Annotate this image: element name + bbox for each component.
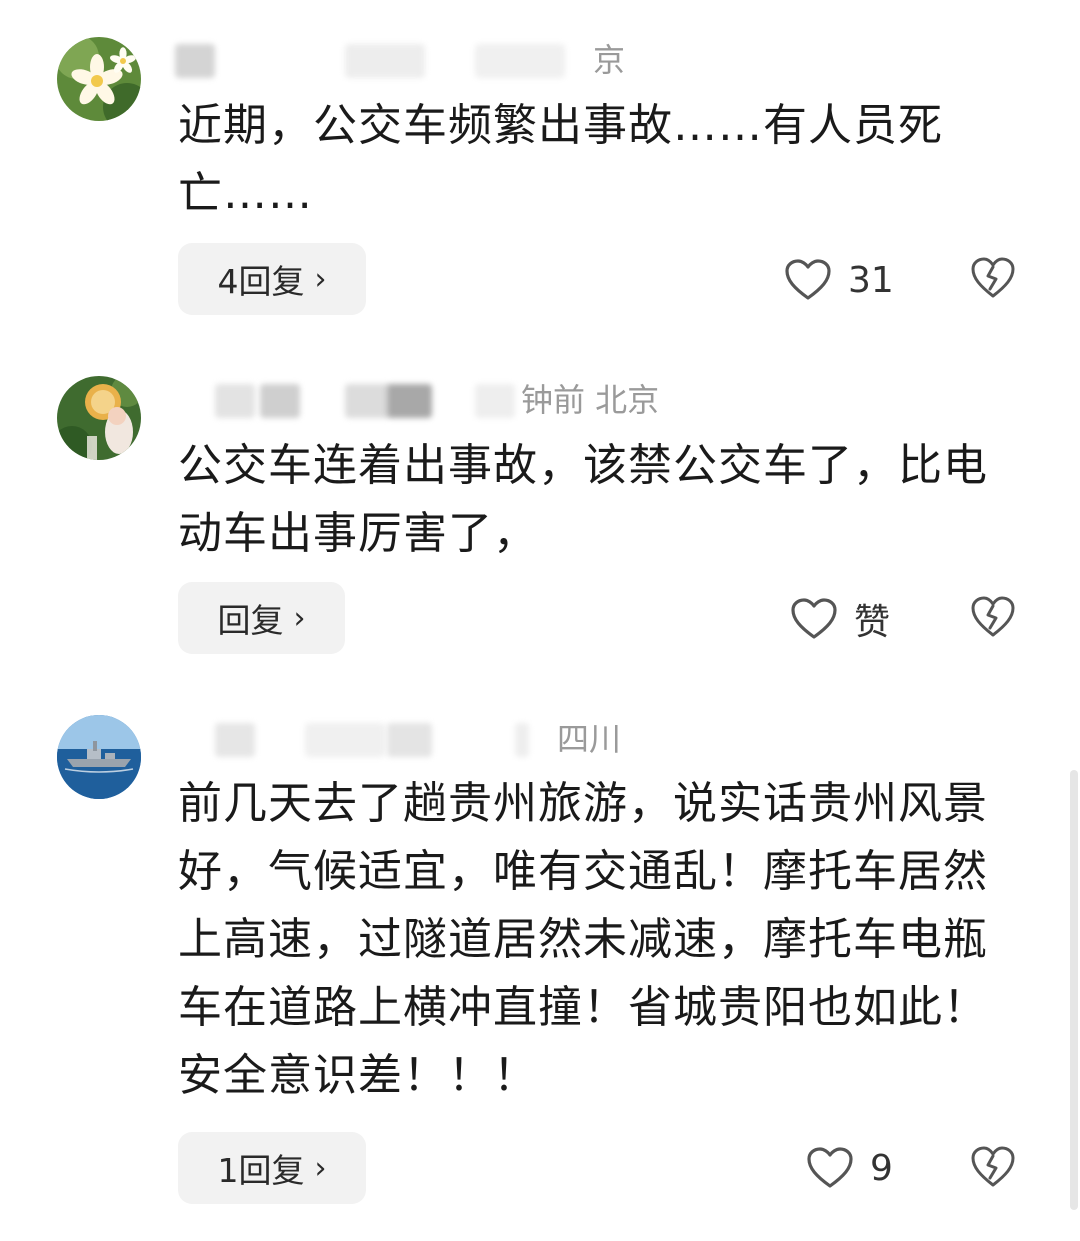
- like-count: 赞: [854, 602, 891, 643]
- comment-meta: 四川: [175, 717, 695, 761]
- comment-item: 京 近期，公交车频繁出事故……有人员死亡…… 4回复 › 31: [0, 0, 1080, 330]
- broken-heart-icon: [971, 596, 1015, 637]
- reply-label: 4回复: [217, 262, 305, 301]
- broken-heart-icon: [971, 257, 1015, 298]
- reply-label: 回复: [217, 601, 284, 640]
- chevron-right-icon: ›: [314, 261, 327, 297]
- comment-text: 公交车连着出事故，该禁公交车了，比电动车出事厉害了，: [178, 440, 988, 559]
- like-count: 9: [870, 1147, 893, 1189]
- username-redacted: [345, 384, 390, 418]
- chevron-right-icon: ›: [314, 1150, 327, 1186]
- username-redacted: [175, 44, 215, 78]
- time-redacted: [515, 723, 529, 757]
- time-redacted: [475, 384, 515, 418]
- comment-meta: 京: [175, 38, 695, 82]
- comment-text: 前几天去了趟贵州旅游，说实话贵州风景好，气候适宜，唯有交通乱！摩托车居然上高速，…: [178, 778, 988, 1101]
- username-redacted: [387, 384, 432, 418]
- username-redacted: [215, 384, 255, 418]
- comment-meta: 钟前 北京: [175, 378, 695, 422]
- broken-heart-icon: [971, 1146, 1015, 1187]
- comment-location: 京: [593, 41, 626, 79]
- heart-outline-icon: [791, 598, 837, 639]
- username-redacted: [387, 723, 432, 757]
- chevron-right-icon: ›: [293, 600, 306, 636]
- avatar-girl-image: [57, 376, 141, 460]
- avatar[interactable]: [57, 376, 141, 460]
- username-redacted: [345, 44, 425, 78]
- comment-time-location: 钟前 北京: [521, 381, 660, 419]
- avatar[interactable]: [57, 715, 141, 799]
- avatar-flower-image: [57, 37, 141, 121]
- avatar-ship-image: [57, 715, 141, 799]
- reply-button[interactable]: 回复 ›: [178, 582, 345, 654]
- comment-location: 四川: [557, 720, 622, 758]
- username-redacted: [215, 723, 255, 757]
- heart-outline-icon: [785, 259, 831, 300]
- username-redacted: [260, 384, 300, 418]
- dislike-button[interactable]: [970, 595, 1016, 641]
- dislike-button[interactable]: [970, 256, 1016, 302]
- avatar[interactable]: [57, 37, 141, 121]
- like-button[interactable]: 赞: [790, 589, 890, 649]
- reply-button[interactable]: 4回复 ›: [178, 243, 366, 315]
- comment-text: 近期，公交车频繁出事故……有人员死亡……: [178, 100, 943, 219]
- like-button[interactable]: 9: [806, 1138, 893, 1198]
- time-redacted: [475, 44, 565, 78]
- reply-label: 1回复: [217, 1151, 305, 1190]
- dislike-button[interactable]: [970, 1145, 1016, 1191]
- like-button[interactable]: 31: [784, 250, 894, 310]
- username-redacted: [305, 723, 385, 757]
- heart-outline-icon: [807, 1147, 853, 1188]
- like-count: 31: [848, 259, 894, 301]
- reply-button[interactable]: 1回复 ›: [178, 1132, 366, 1204]
- scrollbar[interactable]: [1070, 770, 1078, 1210]
